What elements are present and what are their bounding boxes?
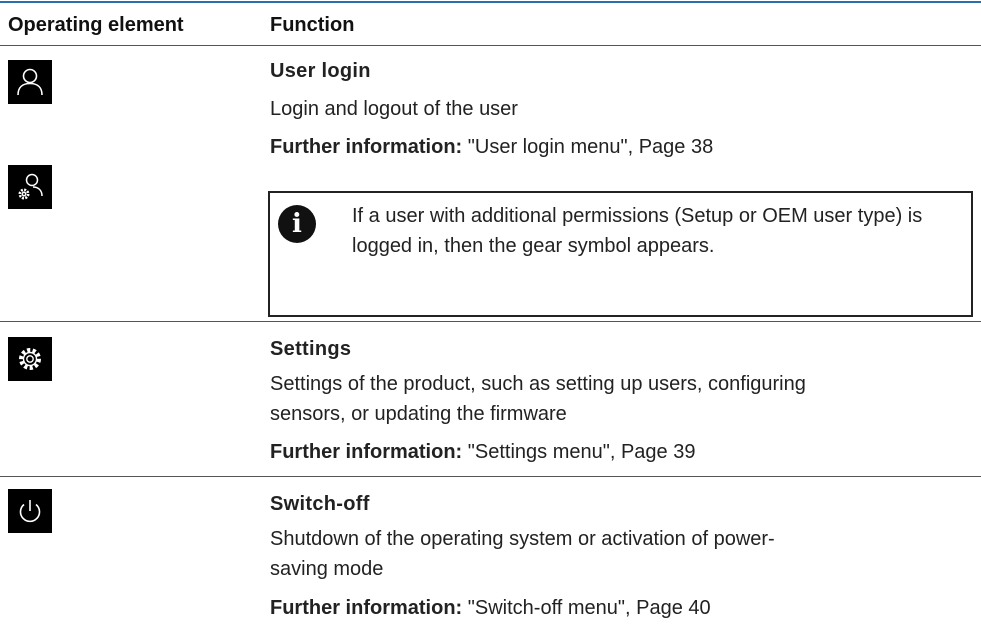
- settings-title: Settings: [270, 338, 352, 360]
- note-text: If a user with additional permissions (S…: [352, 205, 923, 257]
- user-login-further-info: Further information: "User login menu", …: [270, 134, 713, 160]
- settings-further-info: Further information: "Settings menu", Pa…: [270, 439, 695, 465]
- table-top-rule: [0, 1, 981, 3]
- switch-off-further-info: Further information: "Switch-off menu", …: [270, 595, 711, 621]
- user-gear-icon: [8, 165, 52, 209]
- gear-icon: [8, 337, 52, 381]
- user-login-title: User login: [270, 60, 371, 82]
- switch-off-description-line2: saving mode: [270, 558, 384, 580]
- settings-menu-reference[interactable]: "Settings menu", Page 39: [462, 441, 696, 463]
- settings-description-line2: sensors, or updating the firmware: [270, 403, 567, 425]
- further-info-label: Further information:: [270, 136, 463, 158]
- user-login-description: Login and logout of the user: [270, 98, 518, 120]
- further-info-label: Further information:: [270, 597, 463, 619]
- switch-off-description-line1: Shutdown of the operating system or acti…: [270, 528, 775, 550]
- column-header-function: Function: [270, 14, 355, 36]
- user-login-menu-reference[interactable]: "User login menu", Page 38: [462, 136, 713, 158]
- user-icon: [8, 60, 52, 104]
- header-divider: [0, 45, 981, 46]
- row-divider: [0, 476, 981, 477]
- info-icon: i: [278, 205, 316, 243]
- column-header-operating-element: Operating element: [8, 14, 184, 36]
- switch-off-title: Switch-off: [270, 493, 370, 515]
- power-icon: [8, 489, 52, 533]
- note-box: i If a user with additional permissions …: [268, 191, 973, 317]
- further-info-label: Further information:: [270, 441, 463, 463]
- settings-description-line1: Settings of the product, such as setting…: [270, 373, 806, 395]
- switch-off-menu-reference[interactable]: "Switch-off menu", Page 40: [462, 597, 711, 619]
- row-divider: [0, 321, 981, 322]
